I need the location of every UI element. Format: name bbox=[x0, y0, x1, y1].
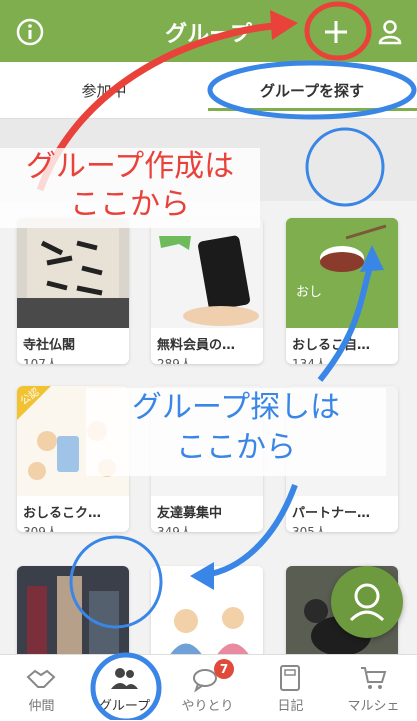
create-group-button[interactable] bbox=[316, 12, 356, 52]
note-line: グループ探しは bbox=[131, 390, 341, 425]
bottom-nav: 仲間 グループ 7 やりとり 日記 マルシェ bbox=[0, 654, 417, 721]
create-group-note: グループ作成は ここから bbox=[0, 148, 260, 228]
nav-label: 日記 bbox=[277, 699, 304, 714]
nav-item-diary[interactable]: 日記 bbox=[249, 655, 332, 721]
note-line: グループ作成は bbox=[25, 149, 235, 184]
diary-icon bbox=[280, 665, 300, 691]
nav-item-groups[interactable]: グループ bbox=[83, 655, 166, 721]
group-icon bbox=[111, 668, 138, 689]
nav-label: マルシェ bbox=[347, 699, 400, 714]
support-fab[interactable] bbox=[331, 566, 403, 638]
support-person-icon bbox=[349, 583, 385, 622]
group-card[interactable]: 無料会員の… 289人 bbox=[151, 218, 263, 364]
nav-item-messages[interactable]: 7 やりとり bbox=[166, 655, 249, 721]
nav-item-friends[interactable]: 仲間 bbox=[0, 655, 83, 721]
member-count: 305人 bbox=[292, 525, 327, 532]
group-thumbnail bbox=[17, 218, 129, 328]
group-name: 寺社仏閣 bbox=[23, 338, 76, 353]
member-count: 107人 bbox=[23, 357, 58, 364]
member-count: 349人 bbox=[157, 525, 192, 532]
nav-label: 仲間 bbox=[28, 699, 55, 714]
group-name: パートナー… bbox=[292, 506, 371, 521]
group-name: 無料会員の… bbox=[157, 338, 236, 353]
nav-label: グループ bbox=[98, 699, 151, 714]
profile-button[interactable] bbox=[370, 12, 410, 52]
active-tab-indicator bbox=[208, 108, 417, 111]
note-line: ここから bbox=[70, 187, 190, 222]
member-count: 134人 bbox=[292, 357, 327, 364]
nav-label: やりとり bbox=[181, 699, 234, 714]
unread-badge: 7 bbox=[214, 659, 234, 679]
nav-item-marche[interactable]: マルシェ bbox=[332, 655, 415, 721]
member-count: 289人 bbox=[157, 357, 192, 364]
group-card[interactable]: おし おしるこ自… 134人 bbox=[286, 218, 398, 364]
group-thumbnail: おし bbox=[286, 218, 398, 328]
member-count: 309人 bbox=[23, 525, 58, 532]
cart-icon bbox=[361, 667, 387, 689]
note-line: ここから bbox=[176, 430, 296, 465]
app-header: グループ bbox=[0, 0, 417, 62]
find-group-note: グループ探しは ここから bbox=[86, 388, 386, 476]
group-name: 友達募集中 bbox=[157, 506, 223, 521]
group-name: おしるこク… bbox=[23, 506, 102, 521]
group-name: おしるこ自… bbox=[292, 338, 371, 353]
handshake-icon bbox=[26, 669, 56, 688]
group-card[interactable]: 寺社仏閣 107人 bbox=[17, 218, 129, 364]
person-icon bbox=[378, 20, 402, 45]
group-thumbnail bbox=[151, 218, 263, 328]
svg-text:おし: おし bbox=[296, 285, 322, 300]
tab-joined[interactable]: 参加中 bbox=[0, 62, 208, 118]
plus-icon bbox=[325, 21, 347, 43]
